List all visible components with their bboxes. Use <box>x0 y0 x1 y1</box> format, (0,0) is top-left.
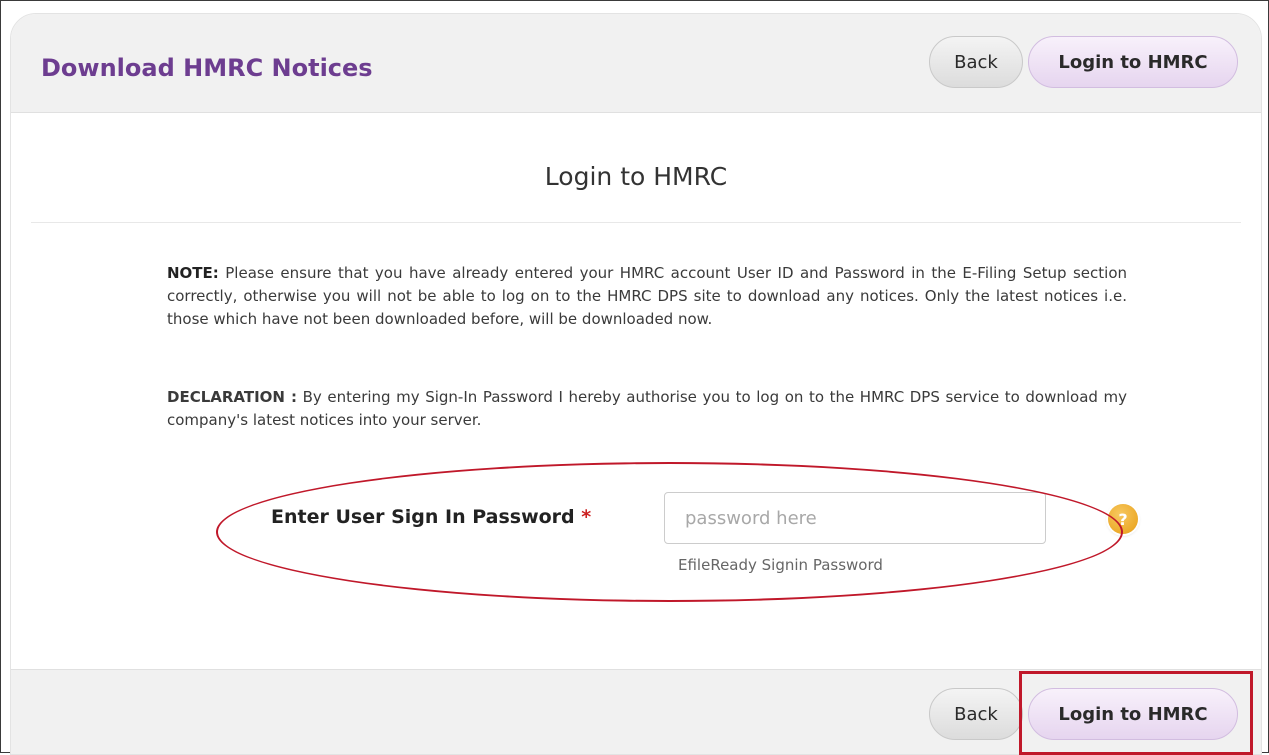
password-label-text: Enter User Sign In Password <box>271 506 575 528</box>
section-title: Login to HMRC <box>544 162 728 191</box>
note-text: Please ensure that you have already ente… <box>167 264 1127 328</box>
back-button-top[interactable]: Back <box>929 36 1023 88</box>
password-input[interactable] <box>664 492 1046 544</box>
declaration-text: By entering my Sign-In Password I hereby… <box>167 388 1127 429</box>
back-button-bottom[interactable]: Back <box>929 688 1023 740</box>
panel-header: Download HMRC Notices Back Login to HMRC <box>11 14 1261 113</box>
download-notices-panel: Download HMRC Notices Back Login to HMRC… <box>10 13 1262 755</box>
password-help-text: EfileReady Signin Password <box>678 556 883 574</box>
page-title: Download HMRC Notices <box>41 54 373 82</box>
panel-footer: Back Login to HMRC <box>11 669 1261 754</box>
note-paragraph: NOTE: Please ensure that you have alread… <box>167 262 1127 331</box>
help-icon[interactable]: ? <box>1108 504 1138 534</box>
declaration-prefix: DECLARATION : <box>167 388 298 406</box>
required-marker: * <box>581 506 592 528</box>
declaration-paragraph: DECLARATION : By entering my Sign-In Pas… <box>167 386 1127 432</box>
login-hmrc-button-bottom[interactable]: Login to HMRC <box>1028 688 1238 740</box>
title-divider <box>31 222 1241 223</box>
password-label: Enter User Sign In Password * <box>271 506 591 528</box>
login-hmrc-button-top[interactable]: Login to HMRC <box>1028 36 1238 88</box>
note-prefix: NOTE: <box>167 264 219 282</box>
